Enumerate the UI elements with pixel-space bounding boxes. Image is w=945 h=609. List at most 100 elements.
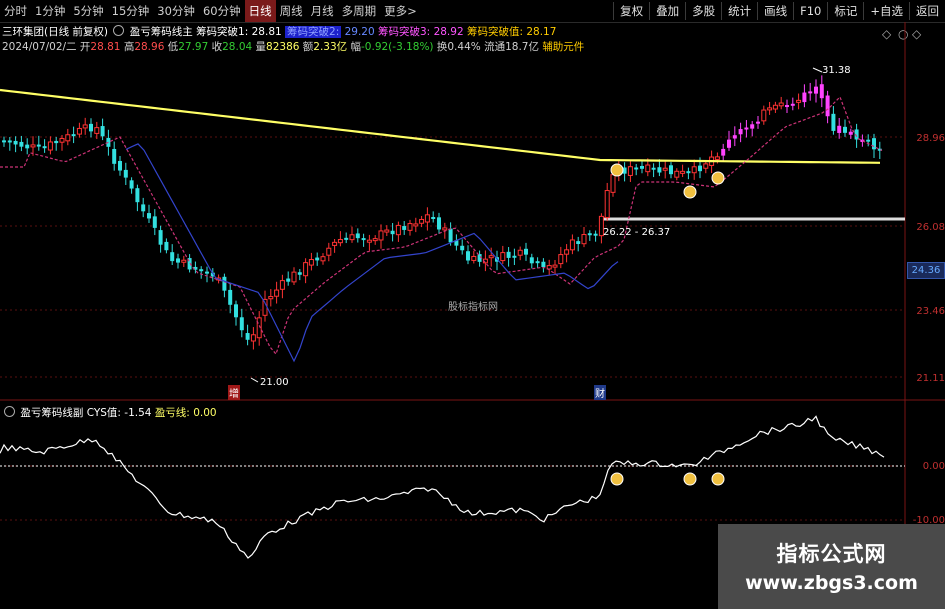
candle-body: [564, 249, 570, 255]
last-price-tag: 24.36: [907, 262, 945, 279]
candle-body: [2, 140, 6, 143]
candle-body: [837, 125, 842, 133]
candle-body: [222, 276, 227, 291]
candle-body: [437, 217, 441, 230]
sub-panel-legend: 盈亏筹码线副 CYS值: -1.54 盈亏线: 0.00: [2, 405, 217, 420]
event-zeng-badge[interactable]: 增: [228, 385, 240, 400]
candle-body: [118, 160, 122, 171]
event-cai-badge[interactable]: 财: [594, 385, 606, 400]
candle-body: [344, 237, 349, 240]
sub-settings-circle-icon[interactable]: [4, 406, 15, 417]
candle-body: [13, 140, 18, 145]
candle-body: [158, 230, 163, 245]
candle-body: [152, 216, 157, 228]
candle-body: [303, 262, 309, 277]
cys-label: CYS值:: [86, 407, 121, 419]
candle-body: [164, 241, 169, 251]
candle-body: [790, 103, 795, 106]
candle-body: [361, 238, 366, 241]
candle-body: [337, 239, 343, 244]
candle-body: [71, 134, 76, 137]
candle-body: [100, 126, 105, 137]
candle-body: [390, 230, 395, 235]
candle-body: [94, 127, 100, 134]
candle-body: [413, 223, 419, 227]
range-mark: 26.22 - 26.37: [603, 227, 671, 238]
candle-body: [320, 256, 326, 262]
pl-line-label: 盈亏线:: [154, 407, 190, 419]
candle-body: [36, 144, 41, 147]
candle-body: [488, 255, 494, 259]
candle-body: [82, 124, 88, 129]
candle-body: [141, 204, 146, 212]
candle-body: [7, 140, 12, 143]
candle-body: [651, 167, 656, 170]
candle-body: [640, 165, 644, 169]
candle-body: [448, 228, 453, 243]
candle-body: [239, 317, 244, 331]
candle-body: [872, 138, 876, 150]
candle-body: [645, 164, 651, 173]
candle-body: [831, 113, 836, 131]
candle-body: [59, 138, 65, 143]
candle-body: [732, 135, 737, 139]
candle-body: [291, 271, 297, 283]
candle-body: [466, 251, 470, 261]
center-watermark: 股标指标网: [448, 302, 498, 313]
candle-body: [112, 148, 117, 164]
candle-body: [848, 131, 853, 135]
candle-body: [326, 247, 332, 256]
candle-body: [535, 261, 540, 264]
candle-body: [286, 278, 291, 282]
sub-indicator-name[interactable]: 盈亏筹码线副: [20, 407, 83, 419]
candle-body: [500, 252, 506, 262]
candle-body: [279, 280, 285, 290]
money-bag-icon: [610, 472, 624, 486]
candle-body: [234, 304, 238, 318]
candle-body: [703, 163, 709, 169]
candle-body: [170, 252, 175, 262]
candle-body: [674, 170, 680, 178]
candle-body: [587, 233, 592, 236]
candle-body: [691, 166, 697, 174]
candle-body: [30, 144, 36, 148]
candle-body: [604, 190, 610, 219]
axis-price-4: 21.11: [916, 373, 945, 384]
candle-body: [199, 269, 204, 272]
candle-body: [181, 259, 187, 263]
candle-body: [512, 255, 517, 258]
candle-body: [378, 230, 384, 241]
candle-body: [814, 86, 818, 94]
candle-body: [721, 148, 726, 156]
candle-body: [785, 105, 789, 108]
candle-body: [65, 134, 71, 142]
candle-body: [47, 141, 53, 151]
high-mark: 31.38: [822, 65, 851, 76]
candle-body: [819, 84, 824, 99]
candle-body: [129, 180, 134, 189]
candle-body: [517, 249, 523, 256]
candle-body: [25, 144, 30, 149]
candle-body: [727, 139, 731, 148]
candle-body: [627, 166, 633, 176]
money-bag-icon: [683, 472, 697, 486]
candle-body: [541, 261, 546, 268]
candle-body: [395, 224, 401, 236]
low-mark-leader: [250, 377, 259, 383]
candle-body: [76, 127, 82, 135]
money-bag-icon: [711, 472, 725, 486]
candle-body: [744, 127, 749, 130]
candle-body: [680, 170, 686, 174]
candle-body: [372, 238, 378, 242]
candle-body: [802, 92, 807, 103]
candle-body: [471, 255, 477, 261]
candle-body: [123, 169, 128, 178]
candle-body: [866, 139, 871, 142]
candle-body: [657, 167, 662, 173]
candle-body: [274, 289, 280, 297]
candle-body: [355, 233, 360, 239]
candle-body: [686, 171, 691, 174]
candle-body: [205, 271, 209, 274]
axis-price-2: 26.08: [916, 222, 945, 233]
candle-body: [297, 272, 302, 275]
